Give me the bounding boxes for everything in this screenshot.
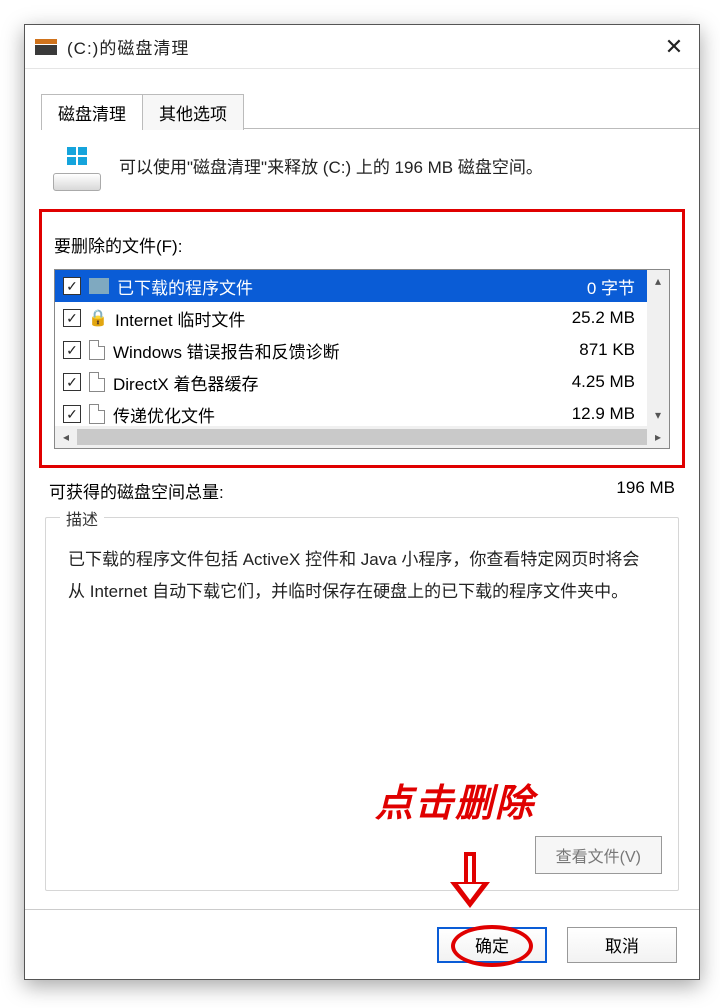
folder-icon (89, 278, 109, 294)
drive-icon (35, 39, 57, 55)
checkbox[interactable]: ✓ (63, 341, 81, 359)
scroll-right-icon[interactable]: ▸ (647, 426, 669, 448)
list-item[interactable]: ✓ Windows 错误报告和反馈诊断 871 KB (55, 334, 647, 366)
horizontal-scrollbar[interactable]: ◂ ▸ (55, 426, 669, 448)
doc-icon (89, 372, 105, 392)
checkbox[interactable]: ✓ (63, 373, 81, 391)
list-item-size: 0 字节 (545, 274, 635, 299)
scroll-left-icon[interactable]: ◂ (55, 426, 77, 448)
checkbox[interactable]: ✓ (63, 309, 81, 327)
description-legend: 描述 (60, 506, 104, 530)
list-item-size: 871 KB (545, 340, 635, 360)
view-files-button[interactable]: 查看文件(V) (535, 836, 662, 874)
ok-button[interactable]: 确定 (437, 927, 547, 963)
ok-button-label: 确定 (475, 932, 509, 957)
list-item-size: 25.2 MB (545, 308, 635, 328)
annotation-highlight-box: 要删除的文件(F): ✓ 已下载的程序文件 0 字节 ✓ Internet 临时文件 25… (39, 209, 685, 468)
window-title: (C:)的磁盘清理 (67, 34, 189, 59)
list-item-label: DirectX 着色器缓存 (113, 370, 537, 395)
footer: 确定 取消 (25, 909, 699, 979)
list-item-label: 传递优化文件 (113, 402, 537, 427)
list-item[interactable]: ✓ Internet 临时文件 25.2 MB (55, 302, 647, 334)
close-icon[interactable]: ✕ (649, 25, 699, 69)
checkbox[interactable]: ✓ (63, 277, 81, 295)
total-space-row: 可获得的磁盘空间总量: 196 MB (45, 478, 679, 517)
disk-cleanup-icon (53, 147, 101, 191)
file-list[interactable]: ✓ 已下载的程序文件 0 字节 ✓ Internet 临时文件 25.2 MB ✓ Windo… (54, 269, 670, 449)
list-item-label: Windows 错误报告和反馈诊断 (113, 338, 537, 363)
list-item-size: 12.9 MB (545, 404, 635, 424)
files-to-delete-label: 要删除的文件(F): (54, 232, 670, 257)
total-space-label: 可获得的磁盘空间总量: (49, 478, 224, 503)
titlebar: (C:)的磁盘清理 ✕ (25, 25, 699, 69)
doc-icon (89, 404, 105, 424)
annotation-arrow-icon (450, 852, 490, 912)
intro-row: 可以使用"磁盘清理"来释放 (C:) 上的 196 MB 磁盘空间。 (45, 143, 679, 209)
cancel-button[interactable]: 取消 (567, 927, 677, 963)
checkbox[interactable]: ✓ (63, 405, 81, 423)
tab-other-options[interactable]: 其他选项 (143, 94, 244, 130)
scroll-up-icon[interactable]: ▴ (647, 270, 669, 292)
vertical-scrollbar[interactable]: ▴ ▾ (647, 270, 669, 426)
dialog-window: (C:)的磁盘清理 ✕ 磁盘清理 其他选项 可以使用"磁盘清理"来释放 (C:)… (24, 24, 700, 980)
tab-disk-cleanup[interactable]: 磁盘清理 (41, 94, 143, 130)
description-group: 描述 已下载的程序文件包括 ActiveX 控件和 Java 小程序，你查看特定… (45, 517, 679, 891)
list-item-size: 4.25 MB (545, 372, 635, 392)
total-space-value: 196 MB (616, 478, 675, 503)
content-area: 可以使用"磁盘清理"来释放 (C:) 上的 196 MB 磁盘空间。 要删除的文… (25, 129, 699, 901)
scroll-down-icon[interactable]: ▾ (647, 404, 669, 426)
list-item-label: 已下载的程序文件 (117, 274, 537, 299)
tab-strip: 磁盘清理 其他选项 (25, 69, 699, 129)
annotation-text: 点击删除 (375, 772, 535, 827)
list-item[interactable]: ✓ DirectX 着色器缓存 4.25 MB (55, 366, 647, 398)
lock-icon (89, 307, 107, 329)
list-item[interactable]: ✓ 已下载的程序文件 0 字节 (55, 270, 647, 302)
intro-text: 可以使用"磁盘清理"来释放 (C:) 上的 196 MB 磁盘空间。 (119, 147, 543, 178)
list-item-label: Internet 临时文件 (115, 306, 537, 331)
cancel-button-label: 取消 (605, 932, 639, 957)
description-text: 已下载的程序文件包括 ActiveX 控件和 Java 小程序，你查看特定网页时… (68, 544, 656, 609)
list-item[interactable]: ✓ 传递优化文件 12.9 MB (55, 398, 647, 426)
doc-icon (89, 340, 105, 360)
